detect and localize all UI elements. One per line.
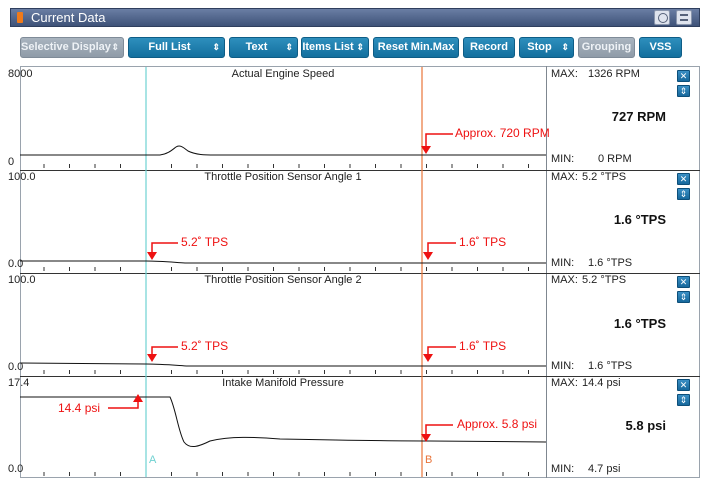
min-value: 0 RPM xyxy=(598,153,632,165)
annotation-label: 5.2˚ TPS xyxy=(181,339,229,353)
reorder-icon[interactable]: ⇕ xyxy=(677,188,690,200)
strip-title: Actual Engine Speed xyxy=(231,68,335,80)
trace-throttle-1 xyxy=(20,260,546,264)
annotation-arrow-head xyxy=(133,394,143,402)
annotation-arrow-head xyxy=(423,354,433,362)
strip-title: Intake Manifold Pressure xyxy=(222,377,344,389)
y-axis-min-label: 0.0 xyxy=(8,258,24,270)
annotation-label: Approx. 720 RPM xyxy=(455,126,550,140)
trace-throttle-2 xyxy=(19,362,546,367)
y-axis-min-label: 0 xyxy=(8,156,15,168)
current-value: 5.8 psi xyxy=(625,418,666,433)
max-label: MAX: xyxy=(551,377,578,389)
max-value: 5.2 °TPS xyxy=(582,274,627,286)
reorder-icon[interactable]: ⇕ xyxy=(677,85,690,97)
trace-engine-speed xyxy=(20,145,546,156)
close-icon[interactable]: ✕ xyxy=(677,173,690,185)
y-axis-min-label: 0.0 xyxy=(8,463,24,475)
annotation-label: 1.6˚ TPS xyxy=(459,235,507,249)
annotation-arrow-head xyxy=(423,252,433,260)
min-label: MIN: xyxy=(551,153,575,165)
cursor-a-label: A xyxy=(149,454,157,466)
cursor-b-label: B xyxy=(425,454,433,466)
time-axis-ticks xyxy=(43,164,529,476)
min-value: 4.7 psi xyxy=(588,463,621,475)
min-label: MIN: xyxy=(551,257,575,269)
annotation-arrow-head xyxy=(147,252,157,260)
annotation-arrow-head xyxy=(147,354,157,362)
min-value: 1.6 °TPS xyxy=(588,257,633,269)
min-label: MIN: xyxy=(551,360,575,372)
min-value: 1.6 °TPS xyxy=(588,360,633,372)
close-icon[interactable]: ✕ xyxy=(677,379,690,391)
max-label: MAX: xyxy=(551,68,578,80)
max-label: MAX: xyxy=(551,274,578,286)
reorder-icon[interactable]: ⇕ xyxy=(677,394,690,406)
min-label: MIN: xyxy=(551,463,575,475)
annotation-label: 1.6˚ TPS xyxy=(459,339,507,353)
max-value: 1326 RPM xyxy=(588,68,640,80)
reorder-icon[interactable]: ⇕ xyxy=(677,291,690,303)
current-value: 1.6 °TPS xyxy=(613,212,666,227)
max-label: MAX: xyxy=(551,171,578,183)
strip-title: Throttle Position Sensor Angle 1 xyxy=(204,171,362,183)
max-value: 5.2 °TPS xyxy=(582,171,627,183)
annotation-arrow xyxy=(425,133,453,148)
max-value: 14.4 psi xyxy=(582,377,621,389)
close-icon[interactable]: ✕ xyxy=(677,276,690,288)
annotation-label: 14.4 psi xyxy=(58,401,101,415)
annotation-label: 5.2˚ TPS xyxy=(181,235,229,249)
current-value: 1.6 °TPS xyxy=(613,316,666,331)
close-icon[interactable]: ✕ xyxy=(677,70,690,82)
y-axis-min-label: 0.0 xyxy=(8,361,24,373)
strip-title: Throttle Position Sensor Angle 2 xyxy=(204,274,362,286)
annotation-label: Approx. 5.8 psi xyxy=(457,417,538,431)
current-value: 727 RPM xyxy=(611,109,666,124)
